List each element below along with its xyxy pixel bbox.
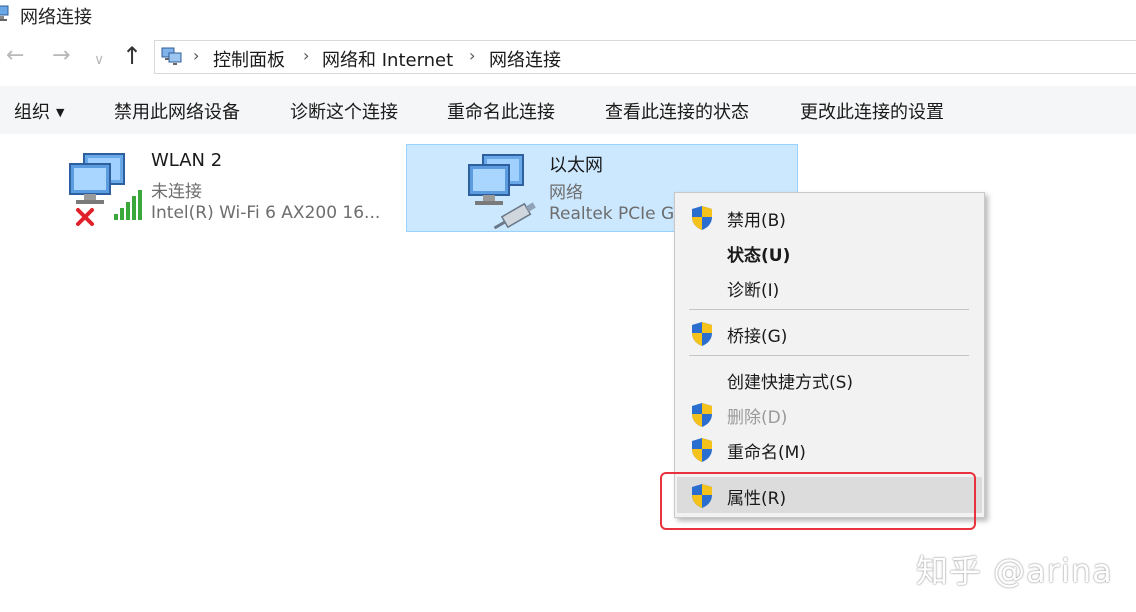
- up-arrow-icon[interactable]: ↑: [122, 44, 142, 68]
- menu-item-label: 删除(D): [727, 408, 788, 428]
- menu-item-label: 诊断(I): [727, 281, 780, 301]
- connection-name: WLAN 2: [151, 150, 223, 171]
- caret-down-icon: ▼: [56, 106, 65, 119]
- title-bar: 网络连接: [0, 0, 1136, 30]
- breadcrumb-separator: ›: [303, 46, 310, 65]
- diagnose-connection-button[interactable]: 诊断这个连接: [290, 98, 398, 124]
- menu-item-label: 创建快捷方式(S): [727, 373, 854, 393]
- forward-arrow-icon[interactable]: →: [52, 44, 70, 68]
- breadcrumb-network-connections[interactable]: 网络连接: [489, 46, 561, 72]
- menu-item-delete[interactable]: 删除(D): [677, 396, 982, 432]
- ethernet-network-icon: [468, 154, 536, 229]
- menu-item-label: 禁用(B): [727, 211, 786, 231]
- menu-separator: [689, 309, 969, 310]
- navigation-bar: ← → ∨ ↑ › 控制面板 › 网络和 Internet › 网络连接: [0, 36, 1136, 80]
- breadcrumb-control-panel[interactable]: 控制面板: [213, 46, 285, 72]
- organize-menu-button[interactable]: 组织 ▼: [14, 98, 64, 124]
- menu-item-label: 重命名(M): [727, 443, 806, 463]
- menu-item-label: 桥接(G): [727, 327, 788, 347]
- menu-item-create-shortcut[interactable]: 创建快捷方式(S): [677, 361, 982, 397]
- command-bar: 组织 ▼ 禁用此网络设备 诊断这个连接 重命名此连接 查看此连接的状态 更改此连接…: [0, 86, 1136, 134]
- uac-shield-icon: [692, 206, 712, 230]
- menu-item-status[interactable]: 状态(U): [677, 234, 982, 270]
- menu-separator: [689, 355, 969, 356]
- connection-status: 未连接: [151, 182, 202, 202]
- connection-item-wlan2[interactable]: WLAN 2 未连接 Intel(R) Wi-Fi 6 AX200 16...: [60, 144, 400, 232]
- breadcrumb-network-and-internet[interactable]: 网络和 Internet: [322, 46, 453, 72]
- network-location-icon: [161, 47, 182, 65]
- back-arrow-icon[interactable]: ←: [6, 44, 24, 68]
- watermark-text: 知乎 @arina: [916, 552, 1113, 590]
- window-title: 网络连接: [20, 7, 92, 28]
- breadcrumb-separator: ›: [193, 46, 200, 65]
- connection-device: Intel(R) Wi-Fi 6 AX200 16...: [151, 203, 381, 223]
- annotation-highlight-box: [660, 472, 976, 530]
- wifi-network-icon: [69, 153, 142, 226]
- breadcrumb-separator: ›: [469, 46, 476, 65]
- menu-item-disable[interactable]: 禁用(B): [677, 199, 982, 235]
- context-menu: 禁用(B) 状态(U) 诊断(I) 桥接(G) 创建快捷方式(S) 删除(D) …: [674, 192, 985, 518]
- connection-name: 以太网: [549, 155, 603, 176]
- uac-shield-icon: [692, 438, 712, 462]
- network-connections-icon: [0, 5, 9, 21]
- organize-label: 组织: [14, 102, 50, 123]
- change-settings-button[interactable]: 更改此连接的设置: [800, 98, 944, 124]
- uac-shield-icon: [692, 322, 712, 346]
- view-status-button[interactable]: 查看此连接的状态: [605, 98, 749, 124]
- network-connections-window: 网络连接 ← → ∨ ↑ › 控制面板 › 网络和 Internet › 网络连…: [0, 0, 1136, 612]
- signal-bars: [114, 190, 142, 220]
- connection-device: Realtek PCIe GbE Family Controller: [549, 204, 675, 224]
- uac-shield-icon: [692, 403, 712, 427]
- recent-locations-chevron-icon[interactable]: ∨: [94, 48, 104, 72]
- disable-device-button[interactable]: 禁用此网络设备: [114, 98, 240, 124]
- menu-item-diagnose[interactable]: 诊断(I): [677, 269, 982, 305]
- menu-item-label: 状态(U): [727, 246, 791, 266]
- rename-connection-button[interactable]: 重命名此连接: [447, 98, 555, 124]
- disconnected-x-mark: [76, 208, 94, 226]
- connection-status: 网络: [549, 183, 583, 203]
- address-bar[interactable]: › 控制面板 › 网络和 Internet › 网络连接: [154, 40, 1136, 74]
- menu-item-rename[interactable]: 重命名(M): [677, 431, 982, 467]
- menu-item-bridge[interactable]: 桥接(G): [677, 315, 982, 351]
